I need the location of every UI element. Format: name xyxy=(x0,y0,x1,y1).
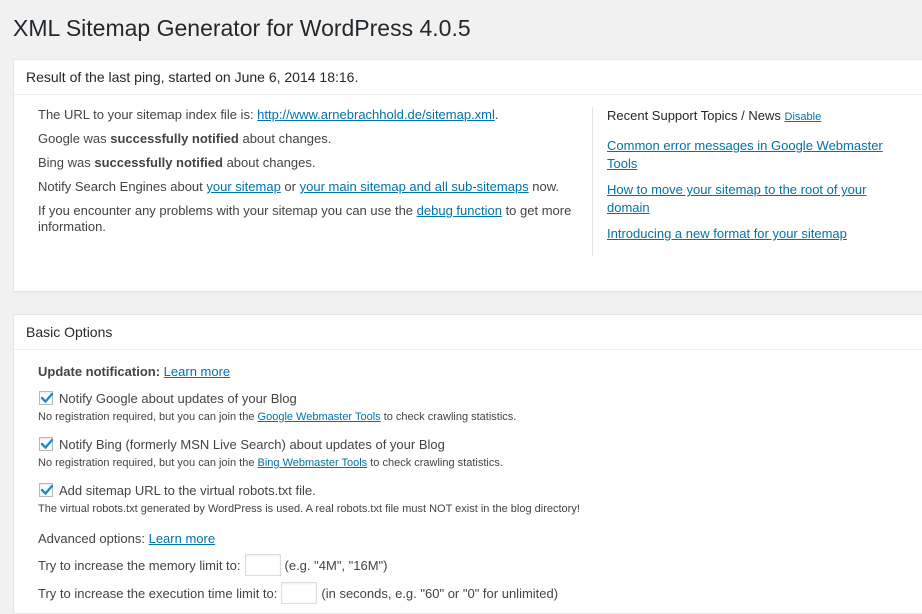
news-item: Common error messages in Google Webmaste… xyxy=(607,137,907,173)
memory-limit-input[interactable] xyxy=(244,554,281,576)
ping-result-content: The URL to your sitemap index file is: h… xyxy=(38,107,586,243)
google-notify-checkbox[interactable] xyxy=(39,391,54,405)
checkmark-icon xyxy=(40,438,54,450)
bing-note: No registration required, but you can jo… xyxy=(38,457,503,469)
memory-limit-label: Try to increase the memory limit to: xyxy=(38,557,241,573)
bing-webmaster-tools-link[interactable]: Bing Webmaster Tools xyxy=(258,457,368,469)
memory-limit-hint: (e.g. "4M", "16M") xyxy=(284,557,388,573)
checkmark-icon xyxy=(40,484,54,496)
news-link-move-sitemap[interactable]: How to move your sitemap to the root of … xyxy=(607,182,866,215)
checkmark-icon xyxy=(40,392,54,404)
news-link-error-messages[interactable]: Common error messages in Google Webmaste… xyxy=(607,138,883,171)
execution-time-label: Try to increase the execution time limit… xyxy=(38,585,278,601)
memory-limit-row: Try to increase the memory limit to: (e.… xyxy=(38,553,918,577)
google-webmaster-tools-link[interactable]: Google Webmaster Tools xyxy=(258,411,381,423)
notify-sitemap-link[interactable]: your sitemap xyxy=(206,179,280,194)
basic-options-title: Basic Options xyxy=(14,315,922,350)
ping-result-box: Result of the last ping, started on June… xyxy=(13,59,922,292)
news-title: Recent Support Topics / News Disable xyxy=(607,108,822,123)
debug-function-link[interactable]: debug function xyxy=(417,203,502,218)
notify-all-sitemaps-link[interactable]: your main sitemap and all sub-sitemaps xyxy=(300,179,529,194)
google-option: Notify Google about updates of your Blog… xyxy=(38,389,918,424)
news-panel: Recent Support Topics / News Disable Com… xyxy=(607,108,907,251)
update-learn-more-link[interactable]: Learn more xyxy=(164,364,230,379)
robots-txt-label[interactable]: Add sitemap URL to the virtual robots.tx… xyxy=(59,483,316,498)
news-item: How to move your sitemap to the root of … xyxy=(607,181,907,217)
bing-status-line: Bing was successfully notified about cha… xyxy=(38,155,316,170)
execution-time-hint: (in seconds, e.g. "60" or "0" for unlimi… xyxy=(321,585,559,601)
bing-notify-label[interactable]: Notify Bing (formerly MSN Live Search) a… xyxy=(59,437,445,452)
advanced-learn-more-link[interactable]: Learn more xyxy=(149,531,215,546)
robots-option: Add sitemap URL to the virtual robots.tx… xyxy=(38,481,918,516)
google-status-line: Google was successfully notified about c… xyxy=(38,131,332,146)
update-notification-heading: Update notification: Learn more xyxy=(38,364,231,379)
execution-time-row: Try to increase the execution time limit… xyxy=(38,581,918,605)
google-note: No registration required, but you can jo… xyxy=(38,411,517,423)
execution-time-input[interactable] xyxy=(281,582,318,604)
news-item: Introducing a new format for your sitema… xyxy=(607,225,907,243)
sitemap-url-line: The URL to your sitemap index file is: h… xyxy=(38,107,499,122)
robots-txt-checkbox[interactable] xyxy=(39,483,54,497)
basic-options-content: Update notification: Learn more Notify G… xyxy=(38,364,918,605)
robots-note: The virtual robots.txt generated by Word… xyxy=(38,503,580,515)
ping-result-title: Result of the last ping, started on June… xyxy=(14,60,922,95)
advanced-options-heading: Advanced options: Learn more xyxy=(38,531,216,546)
basic-options-box: Basic Options Update notification: Learn… xyxy=(13,314,922,614)
page-title: XML Sitemap Generator for WordPress 4.0.… xyxy=(13,15,471,41)
bing-notify-checkbox[interactable] xyxy=(39,437,54,451)
news-link-new-format[interactable]: Introducing a new format for your sitema… xyxy=(607,226,847,241)
bing-option: Notify Bing (formerly MSN Live Search) a… xyxy=(38,435,918,470)
column-divider xyxy=(592,107,593,256)
debug-line: If you encounter any problems with your … xyxy=(38,203,572,234)
disable-news-link[interactable]: Disable xyxy=(785,111,822,123)
google-notify-label[interactable]: Notify Google about updates of your Blog xyxy=(59,391,297,406)
sitemap-url-link[interactable]: http://www.arnebrachhold.de/sitemap.xml xyxy=(257,107,495,122)
notify-line: Notify Search Engines about your sitemap… xyxy=(38,179,560,194)
news-list: Common error messages in Google Webmaste… xyxy=(607,137,907,243)
